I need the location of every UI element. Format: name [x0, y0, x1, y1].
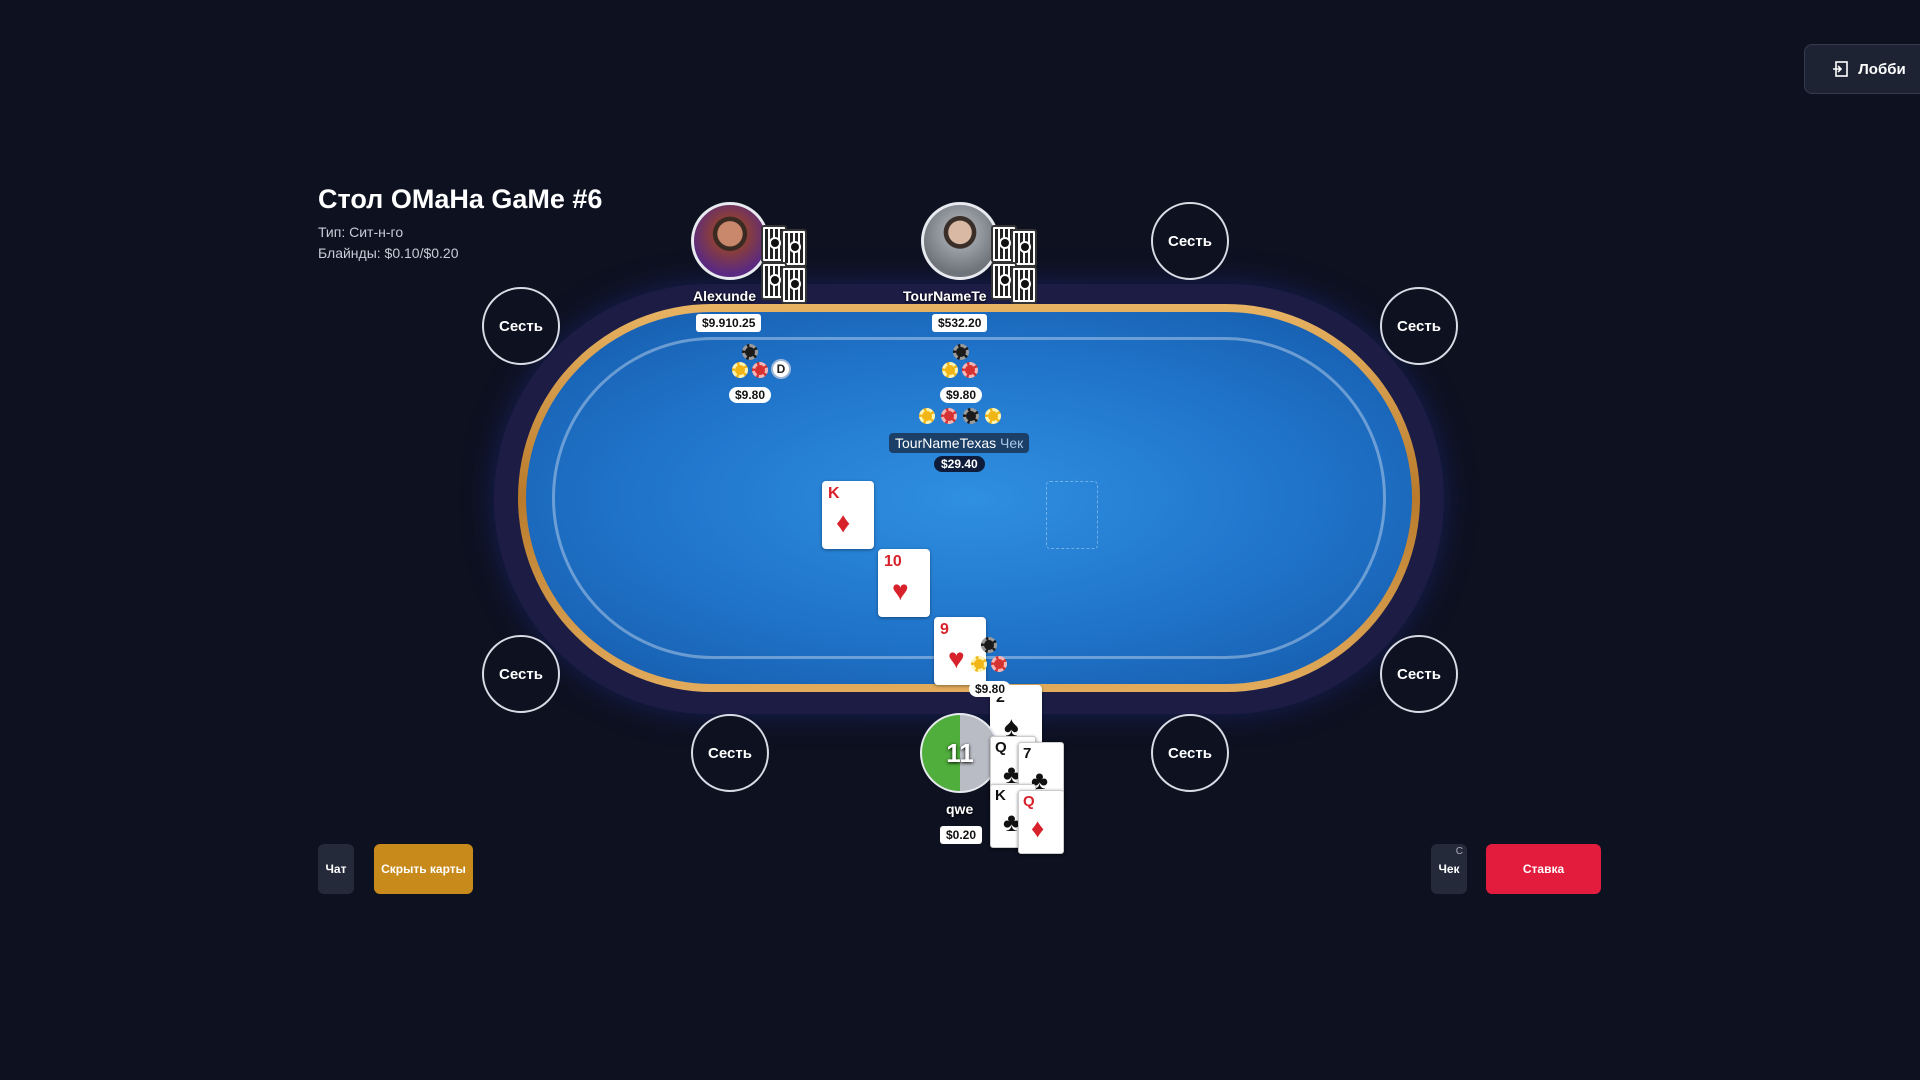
- bet-button[interactable]: Ставка: [1486, 844, 1601, 894]
- chip: [971, 656, 987, 672]
- card-suit: ♦: [836, 507, 851, 538]
- lobby-label: Лобби: [1858, 60, 1906, 78]
- pot-amount: $29.40: [934, 456, 985, 472]
- seat-empty[interactable]: Сесть: [1380, 287, 1458, 365]
- table-type: Тип: Сит-н-го: [318, 224, 404, 240]
- hotkey-hint: C: [1455, 846, 1463, 857]
- card-rank: K: [995, 787, 1006, 804]
- card-rank: 9: [940, 621, 949, 638]
- seat-empty[interactable]: Сесть: [1151, 202, 1229, 280]
- card-suit: ♥: [892, 575, 909, 606]
- card-rank: 7: [1023, 745, 1032, 762]
- player-stack: $532.20: [932, 314, 988, 332]
- action-label: TourNameTexas Чек: [889, 433, 1030, 453]
- chip: [732, 362, 748, 378]
- check-button[interactable]: Чек C: [1431, 844, 1467, 894]
- dealer-button: D: [771, 359, 791, 379]
- chip: [962, 362, 978, 378]
- card-rank: 10: [884, 553, 902, 570]
- chip: [919, 408, 935, 424]
- exit-icon: [1833, 61, 1849, 77]
- board-card: K ♦: [822, 481, 874, 549]
- board-slot-empty: [1046, 481, 1098, 549]
- player-avatar: [921, 202, 999, 280]
- chip: [742, 344, 758, 360]
- seat-empty[interactable]: Сесть: [691, 714, 769, 792]
- player-avatar: [691, 202, 769, 280]
- chip: [953, 344, 969, 360]
- player-name: TourNameTe: [903, 288, 987, 304]
- board-card: 9 ♥: [934, 617, 986, 685]
- card-suit: ♥: [948, 643, 965, 674]
- chip: [963, 408, 979, 424]
- seat-empty[interactable]: Сесть: [1380, 635, 1458, 713]
- hole-card: Q ♦: [1018, 790, 1064, 854]
- table-blinds: Блайнды: $0.10/$0.20: [318, 245, 459, 261]
- check-label: Чек: [1438, 862, 1460, 876]
- player-name: Alexunde: [693, 288, 757, 304]
- bet-amount: $9.80: [940, 387, 983, 403]
- chip: [941, 408, 957, 424]
- chip: [985, 408, 1001, 424]
- action-player: TourNameTexas: [895, 435, 997, 451]
- card-back: [1011, 266, 1037, 304]
- board-card: 10 ♥: [878, 549, 930, 617]
- chip: [981, 637, 997, 653]
- card-rank: Q: [995, 739, 1007, 756]
- action-status: Чек: [1000, 435, 1024, 451]
- player-stack: $0.20: [940, 826, 983, 844]
- lobby-button[interactable]: Лобби: [1804, 44, 1920, 94]
- player-stack: $9.910.25: [696, 314, 762, 332]
- chip: [991, 656, 1007, 672]
- card-rank: Q: [1023, 793, 1035, 810]
- turn-timer: 11: [920, 713, 1000, 793]
- card-suit: ♦: [1031, 813, 1045, 843]
- timer-value: 11: [946, 737, 974, 768]
- card-rank: K: [828, 485, 840, 502]
- chat-button[interactable]: Чат: [318, 844, 354, 894]
- seat-empty[interactable]: Сесть: [482, 287, 560, 365]
- player-name: qwe: [946, 801, 974, 817]
- bet-amount: $9.80: [729, 387, 772, 403]
- card-back: [781, 266, 807, 304]
- chip: [752, 362, 768, 378]
- table-line: [552, 337, 1386, 659]
- seat-empty[interactable]: Сесть: [1151, 714, 1229, 792]
- chip: [942, 362, 958, 378]
- hide-cards-button[interactable]: Скрыть карты: [374, 844, 473, 894]
- bet-amount: $9.80: [969, 681, 1012, 697]
- table-title: Стол OMaHa GaMe #6: [318, 184, 603, 214]
- seat-empty[interactable]: Сесть: [482, 635, 560, 713]
